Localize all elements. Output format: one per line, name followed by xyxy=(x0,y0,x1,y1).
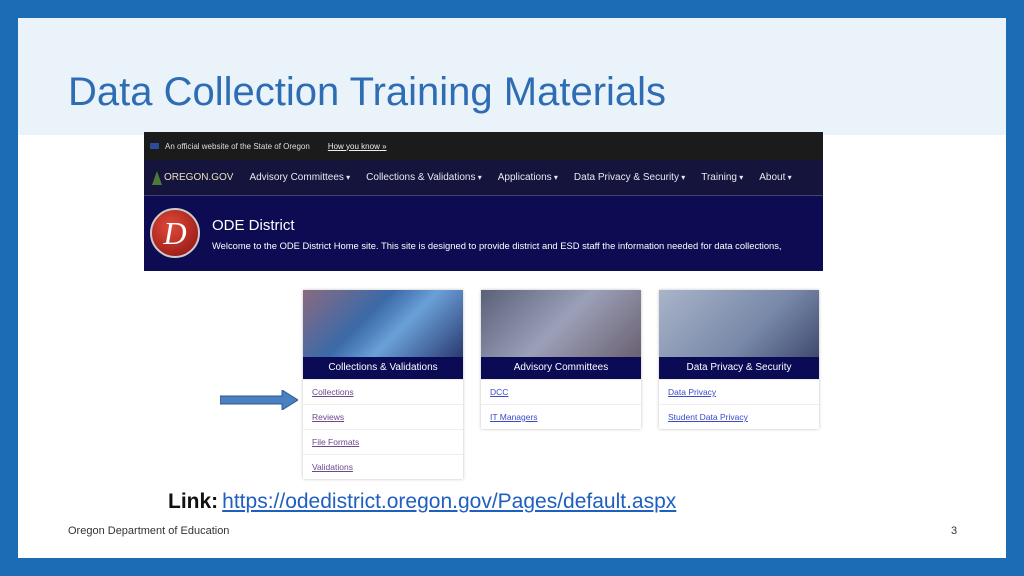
site-banner: D ODE District Welcome to the ODE Distri… xyxy=(144,196,823,271)
odedistrict-url-link[interactable]: https://odedistrict.oregon.gov/Pages/def… xyxy=(222,490,676,513)
nav-training[interactable]: Training xyxy=(701,172,743,183)
link-reviews[interactable]: Reviews xyxy=(312,412,344,422)
link-data-privacy[interactable]: Data Privacy xyxy=(668,387,716,397)
card-data-privacy-security: Data Privacy & Security Data Privacy Stu… xyxy=(659,290,819,429)
card-advisory-committees: Advisory Committees DCC IT Managers xyxy=(481,290,641,429)
tree-icon xyxy=(152,170,162,185)
card-collections-validations: Collections & Validations Collections Re… xyxy=(303,290,463,479)
nav-about[interactable]: About xyxy=(759,172,791,183)
card-title: Advisory Committees xyxy=(481,357,641,379)
link-dcc[interactable]: DCC xyxy=(490,387,508,397)
card-image xyxy=(659,290,819,357)
site-nav: OREGON.GOV Advisory Committees Collectio… xyxy=(144,160,823,196)
flag-icon xyxy=(150,143,159,149)
link-collections[interactable]: Collections xyxy=(312,387,354,397)
website-screenshot: An official website of the State of Oreg… xyxy=(144,132,823,271)
official-bar: An official website of the State of Oreg… xyxy=(144,132,823,160)
link-student-data-privacy[interactable]: Student Data Privacy xyxy=(668,412,748,422)
logo-text: OREGON.GOV xyxy=(164,172,234,183)
link-label: Link: xyxy=(168,490,219,513)
card-image xyxy=(481,290,641,357)
link-file-formats[interactable]: File Formats xyxy=(312,437,359,447)
slide: Data Collection Training Materials An of… xyxy=(18,18,1006,558)
slide-title: Data Collection Training Materials xyxy=(68,70,667,114)
page-number: 3 xyxy=(951,525,958,537)
arrow-right-icon xyxy=(220,390,298,410)
nav-data-privacy[interactable]: Data Privacy & Security xyxy=(574,172,685,183)
nav-applications[interactable]: Applications xyxy=(498,172,558,183)
link-validations[interactable]: Validations xyxy=(312,462,353,472)
nav-collections-validations[interactable]: Collections & Validations xyxy=(366,172,482,183)
card-image xyxy=(303,290,463,357)
link-it-managers[interactable]: IT Managers xyxy=(490,412,538,422)
oregon-gov-logo[interactable]: OREGON.GOV xyxy=(152,170,234,185)
nav-advisory-committees[interactable]: Advisory Committees xyxy=(249,172,350,183)
banner-description: Welcome to the ODE District Home site. T… xyxy=(212,240,782,251)
official-text: An official website of the State of Oreg… xyxy=(165,141,310,151)
footer-text: Oregon Department of Education xyxy=(68,525,230,537)
card-title: Collections & Validations xyxy=(303,357,463,379)
ode-district-logo: D xyxy=(150,208,200,258)
link-line: Link: https://odedistrict.oregon.gov/Page… xyxy=(168,490,676,514)
how-you-know-link[interactable]: How you know » xyxy=(328,142,387,151)
banner-title: ODE District xyxy=(212,217,295,234)
card-title: Data Privacy & Security xyxy=(659,357,819,379)
